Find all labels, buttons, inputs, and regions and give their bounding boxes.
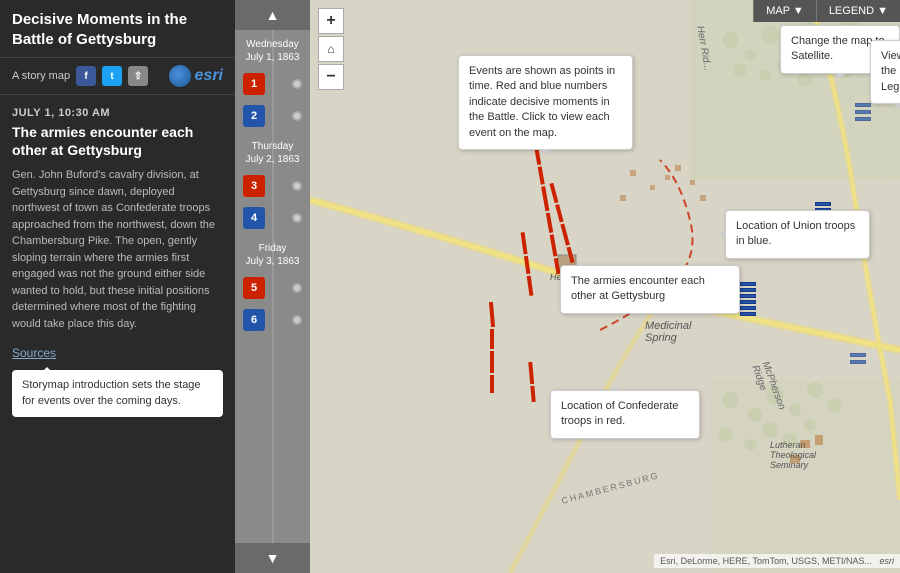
timeline-item-3[interactable]: 3 <box>235 170 310 202</box>
timeline-up-button[interactable]: ▲ <box>235 0 310 30</box>
story-map-label: A story map <box>12 70 70 82</box>
zoom-in-button[interactable]: + <box>318 8 344 34</box>
timeline-dot-3 <box>292 181 302 191</box>
day-name-2: Thursday <box>246 140 300 153</box>
day-date-2: July 2, 1863 <box>246 153 300 166</box>
event-badge-1: 1 <box>243 73 265 95</box>
map-attribution: Esri, DeLorme, HERE, TomTom, USGS, METI/… <box>654 554 900 568</box>
timeline-dot-1 <box>292 79 302 89</box>
day-name-1: Wednesday <box>246 38 300 51</box>
event-time: JULY 1, 10:30 AM <box>12 107 223 119</box>
event-badge-3: 3 <box>243 175 265 197</box>
day-date-3: July 3, 1863 <box>246 255 300 268</box>
day-2-events: 3 4 <box>235 170 310 234</box>
timeline-content: Wednesday July 1, 1863 1 2 Thursday July… <box>235 30 310 543</box>
zoom-home-button[interactable]: ⌂ <box>318 36 344 62</box>
day-3-events: 5 6 <box>235 272 310 336</box>
event-badge-5: 5 <box>243 277 265 299</box>
left-panel: Decisive Moments in the Battle of Gettys… <box>0 0 235 573</box>
timeline-dot-4 <box>292 213 302 223</box>
day-date-1: July 1, 1863 <box>246 51 300 64</box>
timeline-item-2[interactable]: 2 <box>235 100 310 132</box>
timeline-item-6[interactable]: 6 <box>235 304 310 336</box>
day-label-2: Thursday July 2, 1863 <box>246 140 300 166</box>
timeline-item-5[interactable]: 5 <box>235 272 310 304</box>
timeline-dot-5 <box>292 283 302 293</box>
esri-logo: esri <box>169 65 223 87</box>
encounter-tooltip: The armies encounter each other at Getty… <box>560 265 740 314</box>
twitter-button[interactable]: t <box>102 66 122 86</box>
map-area[interactable]: Here Tavern <box>310 0 900 573</box>
event-badge-4: 4 <box>243 207 265 229</box>
sources-link[interactable]: Sources <box>12 346 223 360</box>
map-dropdown-button[interactable]: MAP ▼ <box>753 0 816 22</box>
event-title: The armies encounter each other at Getty… <box>12 123 223 159</box>
legend-info-tooltip: View the Legend <box>870 40 900 104</box>
day-1-events: 1 2 <box>235 68 310 132</box>
esri-wordmark: esri <box>195 67 223 85</box>
facebook-button[interactable]: f <box>76 66 96 86</box>
day-name-3: Friday <box>246 242 300 255</box>
timeline-down-button[interactable]: ▼ <box>235 543 310 573</box>
zoom-out-button[interactable]: − <box>318 64 344 90</box>
timeline-dot-6 <box>292 315 302 325</box>
medicinal-spring-label: MedicinalSpring <box>645 320 691 344</box>
event-content: JULY 1, 10:30 AM The armies encounter ea… <box>0 95 235 573</box>
share-button[interactable]: ⇧ <box>128 66 148 86</box>
esri-globe-icon <box>169 65 191 87</box>
timeline-item-1[interactable]: 1 <box>235 68 310 100</box>
map-toolbar: MAP ▼ LEGEND ▼ <box>753 0 900 22</box>
events-info-tooltip: Events are shown as points in time. Red … <box>458 55 633 150</box>
day-label-1: Wednesday July 1, 1863 <box>246 38 300 64</box>
event-body: Gen. John Buford's cavalry division, at … <box>12 167 223 332</box>
event-badge-2: 2 <box>243 105 265 127</box>
timeline-dot-2 <box>292 111 302 121</box>
union-troops-tooltip: Location of Union troops in blue. <box>725 210 870 259</box>
title-area: Decisive Moments in the Battle of Gettys… <box>0 0 235 58</box>
confederate-troops-tooltip: Location of Confederate troops in red. <box>550 390 700 439</box>
timeline-panel: ▲ Wednesday July 1, 1863 1 2 Thursday Ju… <box>235 0 310 573</box>
day-label-3: Friday July 3, 1863 <box>246 242 300 268</box>
timeline-item-4[interactable]: 4 <box>235 202 310 234</box>
zoom-controls: + ⌂ − <box>318 8 344 90</box>
intro-tooltip: Storymap introduction sets the stage for… <box>12 370 223 417</box>
legend-dropdown-button[interactable]: LEGEND ▼ <box>816 0 900 22</box>
app-title: Decisive Moments in the Battle of Gettys… <box>12 10 223 49</box>
social-bar: A story map f t ⇧ esri <box>0 58 235 95</box>
seminary-label: LutheranTheologicalSeminary <box>770 440 816 470</box>
event-badge-6: 6 <box>243 309 265 331</box>
